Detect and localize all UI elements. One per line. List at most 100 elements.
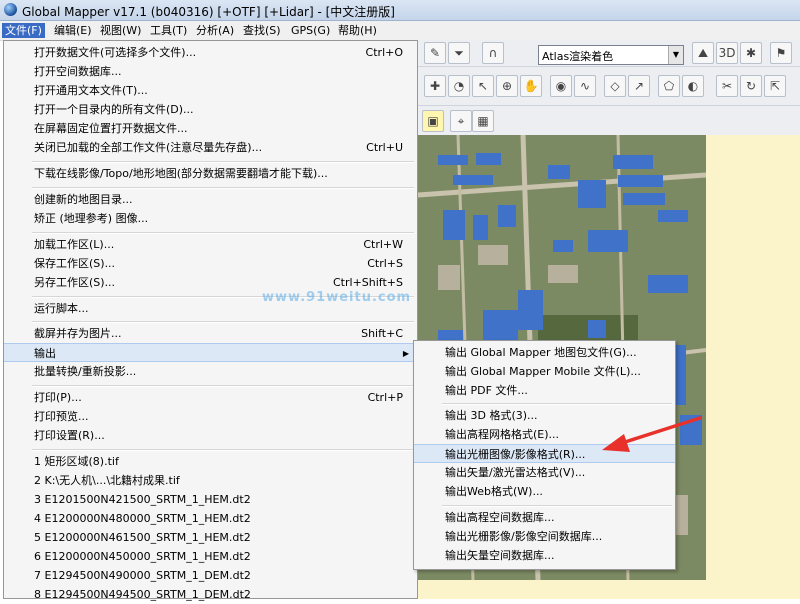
menu-gps[interactable]: GPS(G) [288,23,333,38]
export-raster-db[interactable]: 输出光栅影像/影像空间数据库... [414,527,675,546]
submenu-arrow-icon: ▶ [402,349,409,358]
export-raster-image[interactable]: 输出光栅图像/影像格式(R)... [414,444,675,463]
menu-item-label: 输出 Global Mapper 地图包文件(G)... [445,346,637,359]
menu-item-recent-file-2[interactable]: 2 K:\无人机\...\北籍村成果.tif [4,471,417,490]
menu-item-print-setup[interactable]: 打印设置(R)... [4,426,417,445]
menu-item-label: 批量转换/重新投影... [34,365,137,378]
menu-separator [442,505,672,507]
menu-bar: 文件(F) 编辑(E) 视图(W) 工具(T) 分析(A) 查找(S) GPS(… [0,21,800,41]
3d-view-icon[interactable]: 3D [716,42,738,64]
menu-item-label: 保存工作区(S)... [34,257,116,270]
pan-icon[interactable]: ✋ [520,75,542,97]
menu-item-label: 打开空间数据库... [34,65,122,78]
fill-tool-icon[interactable]: ◐ [682,75,704,97]
toolbar-row-3: ▣ ⌖ ▦ [418,106,800,135]
menu-item-label: 5 E1200000N461500_SRTM_1_HEM.dt2 [34,531,251,544]
move-tool-icon[interactable]: ⇱ [764,75,786,97]
feature-info-icon[interactable]: ↖ [472,75,494,97]
pencil-icon[interactable]: ✎ [424,42,446,64]
menu-item-recent-file-3[interactable]: 3 E1201500N421500_SRTM_1_HEM.dt2 [4,490,417,509]
menu-view[interactable]: 视图(W) [97,23,144,38]
digitizer-icon[interactable]: ✚ [424,75,446,97]
menu-item-shortcut: Ctrl+O [365,46,403,59]
arch-icon[interactable]: ∩ [482,42,504,64]
flag-icon[interactable]: ⚑ [770,42,792,64]
menu-item-label: 运行脚本... [34,302,89,315]
menu-item-recent-file-8[interactable]: 8 E1294500N494500_SRTM_1_DEM.dt2 [4,585,417,604]
menu-file[interactable]: 文件(F) [2,23,45,38]
line-tool-icon[interactable]: ∿ [574,75,596,97]
menu-item-label: 8 E1294500N494500_SRTM_1_DEM.dt2 [34,588,251,601]
menu-item-label: 输出矢量空间数据库... [445,549,555,562]
menu-item-label: 截屏并存为图片... [34,327,122,340]
menu-item-label: 输出高程网格格式(E)... [445,428,560,441]
menu-item-shortcut: Ctrl+P [367,391,403,404]
measure-icon[interactable]: ◔ [448,75,470,97]
export-gm-package[interactable]: 输出 Global Mapper 地图包文件(G)... [414,343,675,362]
menu-item-recent-file-1[interactable]: 1 矩形区域(8).tif [4,452,417,471]
cut-tool-icon[interactable]: ✂ [716,75,738,97]
window-title: Global Mapper v17.1 (b040316) [+OTF] [+L… [22,5,395,19]
menu-help[interactable]: 帮助(H) [335,23,380,38]
shader-select-value: Atlas渲染着色 [542,50,614,63]
export-gm-mobile[interactable]: 输出 Global Mapper Mobile 文件(L)... [414,362,675,381]
path-profile-icon[interactable]: ✱ [740,42,762,64]
menu-item-print-preview[interactable]: 打印预览... [4,407,417,426]
menu-search[interactable]: 查找(S) [240,23,284,38]
image-icon[interactable]: ▣ [422,110,444,132]
menu-item-open-directory[interactable]: 打开一个目录内的所有文件(D)... [4,100,417,119]
menu-item-open-fixed-location[interactable]: 在屏幕固定位置打开数据文件... [4,119,417,138]
map-background-strip [418,580,800,599]
menu-item-label: 在屏幕固定位置打开数据文件... [34,122,188,135]
app-globe-icon [4,3,17,16]
menu-analysis[interactable]: 分析(A) [193,23,237,38]
menu-item-export[interactable]: 输出 ▶ [4,343,417,362]
menu-item-open-text-file[interactable]: 打开通用文本文件(T)... [4,81,417,100]
export-web[interactable]: 输出Web格式(W)... [414,482,675,501]
menu-tools[interactable]: 工具(T) [147,23,190,38]
export-pdf[interactable]: 输出 PDF 文件... [414,381,675,400]
menu-edit[interactable]: 编辑(E) [51,23,95,38]
shape-tool-icon[interactable]: ⬠ [658,75,680,97]
menu-item-rectify-image[interactable]: 矫正 (地理参考) 图像... [4,209,417,228]
menu-item-load-workspace[interactable]: 加载工作区(L)... Ctrl+W [4,235,417,254]
menu-item-recent-file-5[interactable]: 5 E1200000N461500_SRTM_1_HEM.dt2 [4,528,417,547]
menu-item-recent-file-4[interactable]: 4 E1200000N480000_SRTM_1_HEM.dt2 [4,509,417,528]
menu-item-open-data-files[interactable]: 打开数据文件(可选择多个文件)... Ctrl+O [4,43,417,62]
color-grid-icon[interactable]: ▦ [472,110,494,132]
menu-item-download-online[interactable]: 下载在线影像/Topo/地形地图(部分数据需要翻墙才能下载)... [4,164,417,183]
rotate-tool-icon[interactable]: ↻ [740,75,762,97]
zoom-icon[interactable]: ⊕ [496,75,518,97]
menu-item-print[interactable]: 打印(P)... Ctrl+P [4,388,417,407]
menu-item-open-spatial-db[interactable]: 打开空间数据库... [4,62,417,81]
menu-item-recent-file-6[interactable]: 6 E1200000N450000_SRTM_1_HEM.dt2 [4,547,417,566]
watermark: www.91weitu.com [262,290,412,305]
export-elevation-grid[interactable]: 输出高程网格格式(E)... [414,425,675,444]
view-shed-icon[interactable]: ◉ [550,75,572,97]
menu-item-save-workspace[interactable]: 保存工作区(S)... Ctrl+S [4,254,417,273]
menu-item-capture-screen[interactable]: 截屏并存为图片... Shift+C [4,324,417,343]
menu-item-recent-file-7[interactable]: 7 E1294500N490000_SRTM_1_DEM.dt2 [4,566,417,585]
menu-item-label: 矫正 (地理参考) 图像... [34,212,149,225]
shader-select[interactable]: Atlas渲染着色 ▼ [538,45,684,65]
export-vector-db[interactable]: 输出矢量空间数据库... [414,546,675,565]
menu-item-label: 加载工作区(L)... [34,238,115,251]
menu-item-label: 7 E1294500N490000_SRTM_1_DEM.dt2 [34,569,251,582]
toolbar-row-1: ✎ ⏷ ∩ Atlas渲染着色 ▼ ⛰ 3D ✱ ⚑ [418,40,800,67]
export-vector-lidar[interactable]: 输出矢量/激光雷达格式(V)... [414,463,675,482]
menu-item-label: 输出 [34,347,56,360]
export-elevation-db[interactable]: 输出高程空间数据库... [414,508,675,527]
export-3d[interactable]: 输出 3D 格式(3)... [414,406,675,425]
menu-separator [442,403,672,405]
crosshair-icon[interactable]: ⌖ [450,110,472,132]
area-tool-icon[interactable]: ◇ [604,75,626,97]
menu-item-close-all[interactable]: 关闭已加载的全部工作文件(注意尽量先存盘)... Ctrl+U [4,138,417,157]
select-tool-icon[interactable]: ↗ [628,75,650,97]
chevron-down-icon[interactable]: ▼ [668,46,683,64]
terrain-icon[interactable]: ⛰ [692,42,714,64]
menu-item-create-catalog[interactable]: 创建新的地图目录... [4,190,417,209]
menu-item-label: 3 E1201500N421500_SRTM_1_HEM.dt2 [34,493,251,506]
menu-separator [32,449,414,451]
menu-item-batch-convert[interactable]: 批量转换/重新投影... [4,362,417,381]
filter-icon[interactable]: ⏷ [448,42,470,64]
